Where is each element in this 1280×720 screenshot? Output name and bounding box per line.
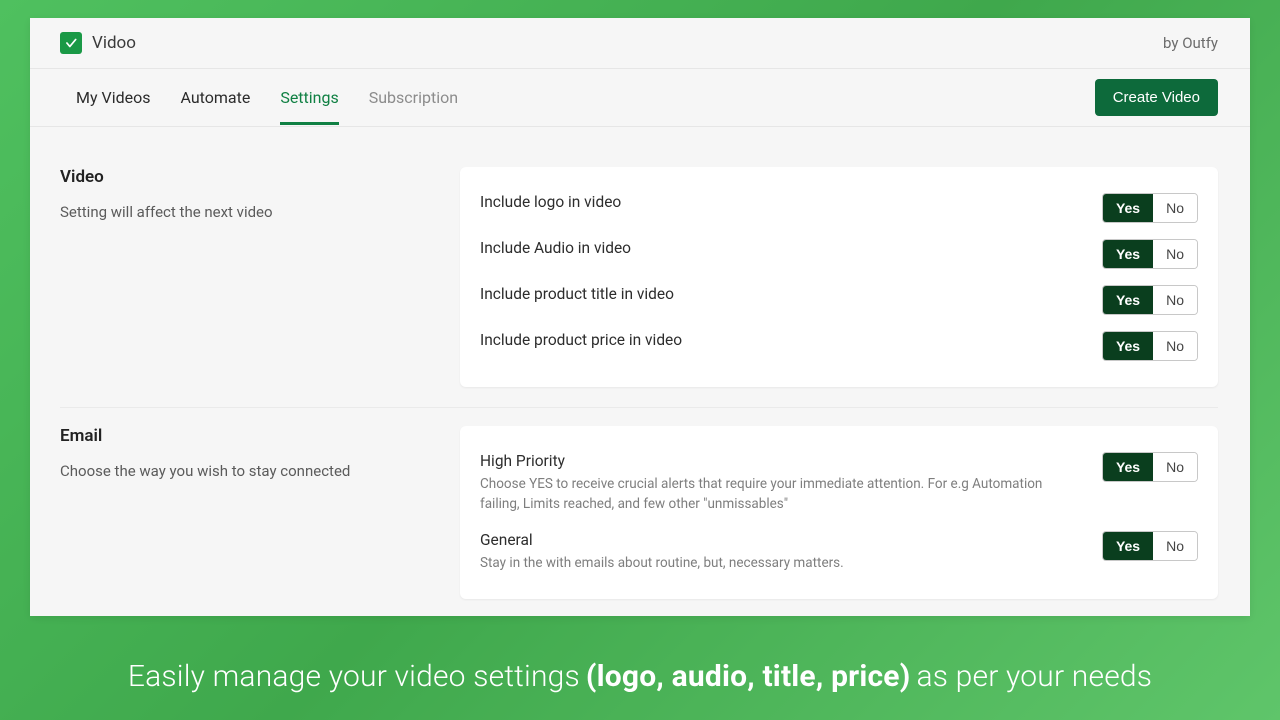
section-video-title: Video (60, 167, 430, 187)
nav-row: My Videos Automate Settings Subscription… (30, 69, 1250, 127)
toggle-yes[interactable]: Yes (1103, 332, 1153, 360)
brand-byline: by Outfy (1163, 34, 1218, 52)
tabs: My Videos Automate Settings Subscription (76, 70, 458, 125)
caption-bold: (logo, audio, title, price) (586, 659, 911, 694)
caption-post: as per your needs (916, 659, 1152, 694)
section-email: Email Choose the way you wish to stay co… (60, 407, 1218, 616)
content: Video Setting will affect the next video… (30, 127, 1250, 616)
toggle-yes[interactable]: Yes (1103, 240, 1153, 268)
brand-name: Vidoo (92, 33, 136, 53)
setting-general: General Stay in the with emails about ro… (480, 523, 1198, 581)
toggle-yes[interactable]: Yes (1103, 194, 1153, 222)
toggle-yes[interactable]: Yes (1103, 532, 1153, 560)
toggle-no[interactable]: No (1153, 286, 1197, 314)
card-email: High Priority Choose YES to receive cruc… (460, 426, 1218, 599)
setting-include-logo: Include logo in video Yes No (480, 185, 1198, 231)
tab-subscription[interactable]: Subscription (369, 70, 458, 125)
toggle-yes[interactable]: Yes (1103, 286, 1153, 314)
section-video-desc: Setting will affect the next video (60, 203, 430, 221)
toggle-no[interactable]: No (1153, 532, 1197, 560)
brand-logo-icon (60, 32, 82, 54)
section-video-side: Video Setting will affect the next video (60, 167, 430, 387)
section-email-side: Email Choose the way you wish to stay co… (60, 426, 430, 599)
toggle-no[interactable]: No (1153, 194, 1197, 222)
tab-my-videos[interactable]: My Videos (76, 70, 150, 125)
card-video: Include logo in video Yes No Include Aud… (460, 167, 1218, 387)
create-video-button[interactable]: Create Video (1095, 79, 1218, 116)
setting-help: Stay in the with emails about routine, b… (480, 553, 1082, 573)
setting-label: High Priority (480, 452, 1082, 470)
setting-label: Include product price in video (480, 331, 1082, 349)
section-email-desc: Choose the way you wish to stay connecte… (60, 462, 430, 480)
toggle-general: Yes No (1102, 531, 1198, 561)
toggle-no[interactable]: No (1153, 453, 1197, 481)
section-video: Video Setting will affect the next video… (60, 149, 1218, 407)
setting-label: Include product title in video (480, 285, 1082, 303)
toggle-include-audio: Yes No (1102, 239, 1198, 269)
setting-high-priority: High Priority Choose YES to receive cruc… (480, 444, 1198, 523)
toggle-yes[interactable]: Yes (1103, 453, 1153, 481)
setting-label: Include Audio in video (480, 239, 1082, 257)
toggle-include-logo: Yes No (1102, 193, 1198, 223)
setting-label: General (480, 531, 1082, 549)
tab-automate[interactable]: Automate (180, 70, 250, 125)
toggle-no[interactable]: No (1153, 332, 1197, 360)
section-email-title: Email (60, 426, 430, 446)
setting-label: Include logo in video (480, 193, 1082, 211)
app-shell: Vidoo by Outfy My Videos Automate Settin… (30, 18, 1250, 616)
promo-caption: Easily manage your video settings (logo,… (0, 632, 1280, 720)
tab-settings[interactable]: Settings (280, 70, 338, 125)
setting-include-price: Include product price in video Yes No (480, 323, 1198, 369)
toggle-include-price: Yes No (1102, 331, 1198, 361)
setting-include-audio: Include Audio in video Yes No (480, 231, 1198, 277)
setting-help: Choose YES to receive crucial alerts tha… (480, 474, 1082, 515)
toggle-include-title: Yes No (1102, 285, 1198, 315)
topbar: Vidoo by Outfy (30, 18, 1250, 69)
brand: Vidoo (60, 32, 136, 54)
caption-pre: Easily manage your video settings (128, 659, 580, 694)
toggle-no[interactable]: No (1153, 240, 1197, 268)
toggle-high-priority: Yes No (1102, 452, 1198, 482)
setting-include-title: Include product title in video Yes No (480, 277, 1198, 323)
